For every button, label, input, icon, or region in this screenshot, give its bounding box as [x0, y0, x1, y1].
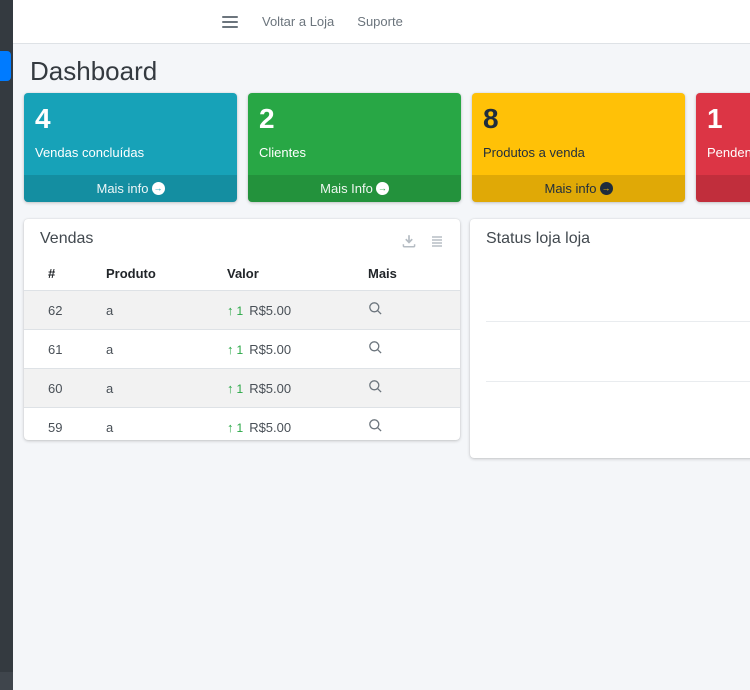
status-card-title: Status loja loja — [486, 230, 590, 248]
card-tools — [401, 233, 444, 249]
table-row: 59 a ↑1 R$5.00 — [24, 408, 460, 447]
mais-info-link[interactable]: Mais Info → — [248, 175, 461, 202]
col-header-mais: Mais — [368, 257, 460, 291]
cell-valor: ↑1 R$5.00 — [227, 408, 368, 447]
cell-valor: ↑1 R$5.00 — [227, 330, 368, 369]
col-header-valor: Valor — [227, 257, 368, 291]
info-box-pendentes: 1 Pendentes Mais info → — [696, 93, 750, 202]
vendas-card: Vendas — [24, 219, 460, 440]
cell-id: 59 — [24, 408, 106, 447]
search-icon[interactable] — [368, 301, 383, 316]
cell-produto: a — [106, 330, 227, 369]
price: R$5.00 — [249, 303, 291, 318]
list-icon[interactable] — [430, 234, 444, 248]
mais-info-link[interactable]: Mais info → — [696, 175, 750, 202]
arrow-up-icon: ↑ — [227, 303, 234, 318]
info-box-vendas-concluidas: 4 Vendas concluídas Mais info → — [24, 93, 237, 202]
col-header-id: # — [24, 257, 106, 291]
info-box-value: 8 — [483, 103, 675, 135]
table-header-row: # Produto Valor Mais — [24, 257, 460, 291]
price: R$5.00 — [249, 342, 291, 357]
divider — [486, 381, 750, 382]
info-box-label: Pendentes — [707, 145, 750, 160]
qty: 1 — [237, 304, 244, 318]
main-content: Dashboard 4 Vendas concluídas Mais info … — [13, 57, 750, 458]
vendas-card-title: Vendas — [40, 230, 93, 248]
arrow-up-icon: ↑ — [227, 342, 234, 357]
arrow-up-icon: ↑ — [227, 420, 234, 435]
arrow-circle-right-icon: → — [600, 182, 613, 195]
cell-id: 61 — [24, 330, 106, 369]
vendas-table: # Produto Valor Mais 62 a ↑1R$5.00 — [24, 257, 460, 446]
cell-produto: a — [106, 369, 227, 408]
status-card-header: Status loja loja — [470, 219, 750, 257]
info-box-label: Clientes — [259, 145, 451, 160]
table-row: 62 a ↑1 R$5.00 — [24, 291, 460, 330]
mais-info-link[interactable]: Mais info → — [24, 175, 237, 202]
vendas-card-header: Vendas — [24, 219, 460, 257]
info-box-label: Vendas concluídas — [35, 145, 227, 160]
hamburger-icon[interactable] — [222, 16, 238, 28]
price: R$5.00 — [249, 420, 291, 435]
nav-link-suporte[interactable]: Suporte — [357, 14, 403, 29]
cell-produto: a — [106, 408, 227, 447]
cell-valor: ↑1 R$5.00 — [227, 369, 368, 408]
nav-link-voltar-a-loja[interactable]: Voltar a Loja — [262, 14, 334, 29]
info-box-clientes: 2 Clientes Mais Info → — [248, 93, 461, 202]
info-box-value: 4 — [35, 103, 227, 135]
cell-valor: ↑1 R$5.00 — [227, 291, 368, 330]
mais-info-label: Mais info — [96, 181, 148, 196]
qty: 1 — [237, 382, 244, 396]
cell-mais — [368, 291, 460, 330]
cell-mais — [368, 408, 460, 447]
arrow-circle-right-icon: → — [376, 182, 389, 195]
arrow-circle-right-icon: → — [152, 182, 165, 195]
cards-row: Vendas — [24, 219, 750, 458]
arrow-up-icon: ↑ — [227, 381, 234, 396]
mais-info-link[interactable]: Mais info → — [472, 175, 685, 202]
sidebar-footer — [0, 672, 13, 690]
cell-id: 60 — [24, 369, 106, 408]
search-icon[interactable] — [368, 340, 383, 355]
table-row: 61 a ↑1 R$5.00 — [24, 330, 460, 369]
cell-produto: a — [106, 291, 227, 330]
download-icon[interactable] — [401, 233, 417, 249]
cell-mais — [368, 369, 460, 408]
info-box-value: 1 — [707, 103, 750, 135]
search-icon[interactable] — [368, 379, 383, 394]
page-title: Dashboard — [30, 57, 750, 86]
price: R$5.00 — [249, 381, 291, 396]
info-box-body: 2 Clientes — [248, 93, 461, 160]
qty: 1 — [237, 421, 244, 435]
info-boxes-row: 4 Vendas concluídas Mais info → 2 Client… — [24, 93, 750, 202]
divider — [486, 321, 750, 322]
sidebar — [0, 0, 13, 672]
cell-mais — [368, 330, 460, 369]
info-box-value: 2 — [259, 103, 451, 135]
info-box-produtos-a-venda: 8 Produtos a venda Mais info → — [472, 93, 685, 202]
top-navbar: Voltar a Loja Suporte — [13, 0, 750, 44]
col-header-produto: Produto — [106, 257, 227, 291]
status-loja-card: Status loja loja — [470, 219, 750, 458]
mais-info-label: Mais Info — [320, 181, 373, 196]
info-box-body: 8 Produtos a venda — [472, 93, 685, 160]
mais-info-label: Mais info — [544, 181, 596, 196]
table-row: 60 a ↑1 R$5.00 — [24, 369, 460, 408]
cell-id: 62 — [24, 291, 106, 330]
info-box-body: 1 Pendentes — [696, 93, 750, 160]
info-box-label: Produtos a venda — [483, 145, 675, 160]
qty: 1 — [237, 343, 244, 357]
info-box-body: 4 Vendas concluídas — [24, 93, 237, 160]
sidebar-active-item[interactable] — [0, 51, 11, 81]
search-icon[interactable] — [368, 418, 383, 433]
